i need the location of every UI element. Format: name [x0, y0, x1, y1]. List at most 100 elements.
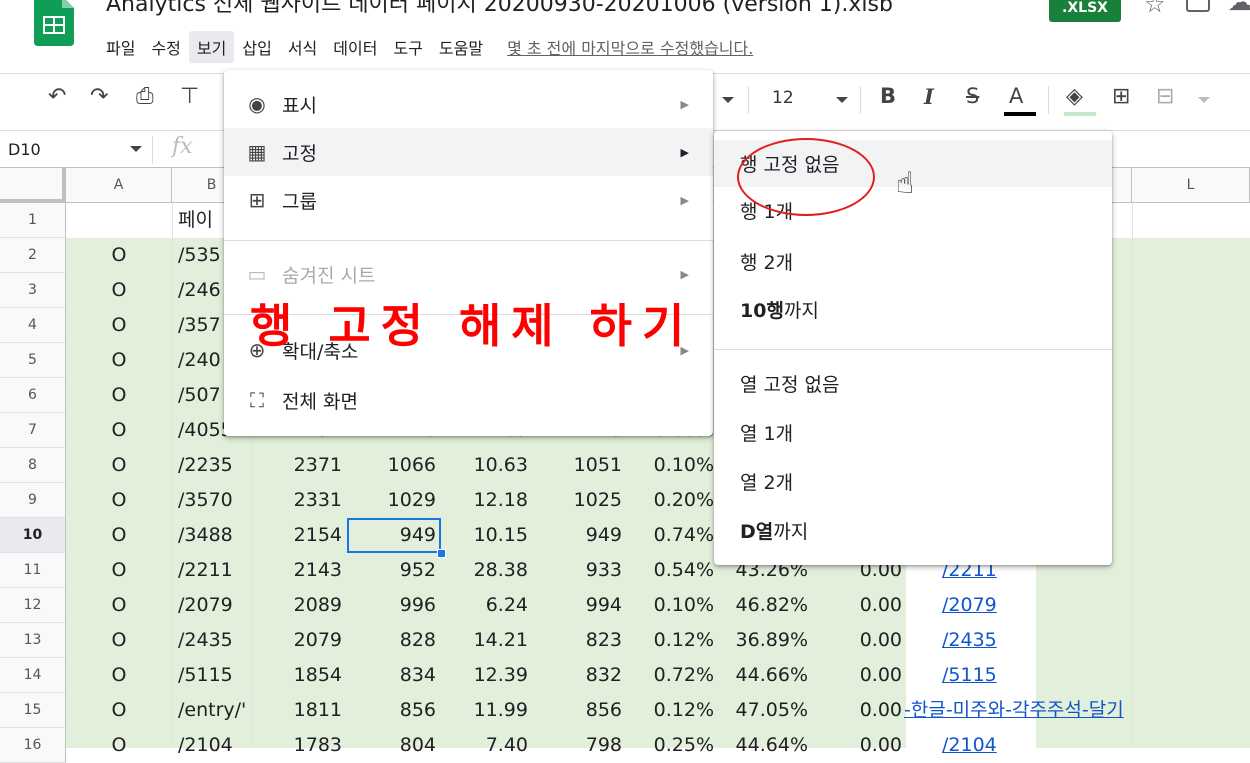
- menu-format[interactable]: 서식: [280, 31, 325, 63]
- cell-a[interactable]: O: [66, 728, 172, 763]
- document-title[interactable]: Analytics 전체 웹사이트 데이터 페이지 20200930-20201…: [106, 0, 893, 18]
- cell-f[interactable]: 949: [528, 518, 622, 553]
- cell-f[interactable]: 933: [528, 553, 622, 588]
- cell-b[interactable]: /2104: [178, 728, 233, 763]
- row-header-4[interactable]: 4: [0, 308, 66, 343]
- cell-b[interactable]: /2211: [178, 553, 233, 588]
- cell-f[interactable]: 823: [528, 623, 622, 658]
- cell-e[interactable]: 28.38: [436, 553, 528, 588]
- fill-color-icon[interactable]: ◈: [1066, 84, 1083, 109]
- cell-i[interactable]: 0.00: [808, 588, 902, 623]
- menu-view[interactable]: 보기: [188, 31, 235, 63]
- merge-cells-icon[interactable]: ⊟: [1156, 84, 1174, 109]
- menu-help[interactable]: 도움말: [431, 31, 491, 63]
- cell-g[interactable]: 0.20%: [622, 483, 714, 518]
- row-header-12[interactable]: 12: [0, 588, 66, 623]
- cell-c[interactable]: 2154: [252, 518, 342, 553]
- text-color-icon[interactable]: A: [1009, 84, 1023, 108]
- cell-c[interactable]: 2371: [252, 448, 342, 483]
- cell-h[interactable]: 47.05%: [714, 693, 808, 728]
- cell-h[interactable]: 36.89%: [714, 623, 808, 658]
- menu-file[interactable]: 파일: [98, 31, 143, 63]
- fill-handle[interactable]: [437, 549, 446, 558]
- undo-icon[interactable]: ↶: [48, 84, 66, 109]
- cell-a[interactable]: O: [66, 238, 172, 273]
- cell-a[interactable]: O: [66, 658, 172, 693]
- cloud-status-icon[interactable]: ☁: [1228, 0, 1250, 16]
- cell-b[interactable]: /3570: [178, 483, 233, 518]
- borders-icon[interactable]: ⊞: [1112, 84, 1130, 109]
- cell-f[interactable]: 1051: [528, 448, 622, 483]
- cell-d[interactable]: 996: [342, 588, 436, 623]
- cell-i[interactable]: 0.00: [808, 728, 902, 763]
- cell-d[interactable]: 1029: [342, 483, 436, 518]
- cell-d[interactable]: 834: [342, 658, 436, 693]
- cell-b[interactable]: /2235: [178, 448, 233, 483]
- cell-a[interactable]: O: [66, 413, 172, 448]
- font-size-field[interactable]: 12: [772, 88, 794, 108]
- cell-a[interactable]: O: [66, 588, 172, 623]
- cell-a[interactable]: O: [66, 693, 172, 728]
- cell-b[interactable]: /entry/': [178, 693, 246, 728]
- cell-g[interactable]: 0.25%: [622, 728, 714, 763]
- cell-g[interactable]: 0.54%: [622, 553, 714, 588]
- menu-edit[interactable]: 수정: [143, 31, 188, 63]
- cell-b[interactable]: /535: [178, 238, 221, 273]
- sheets-logo-icon[interactable]: [30, 0, 78, 46]
- freeze-up-to-column[interactable]: D열 까지: [714, 507, 1112, 554]
- cell-a[interactable]: O: [66, 623, 172, 658]
- column-header-a[interactable]: A: [66, 168, 172, 203]
- cell-e[interactable]: 10.63: [436, 448, 528, 483]
- column-header-l[interactable]: L: [1132, 168, 1250, 203]
- cell-b[interactable]: /240: [178, 343, 221, 378]
- cell-i[interactable]: 0.00: [808, 623, 902, 658]
- row-header-15[interactable]: 15: [0, 693, 66, 728]
- menu-data[interactable]: 데이터: [325, 31, 385, 63]
- cell-d[interactable]: 856: [342, 693, 436, 728]
- cell-j-link[interactable]: /2079: [942, 588, 997, 623]
- cell-a[interactable]: O: [66, 483, 172, 518]
- freeze-no-columns[interactable]: 열 고정 없음: [714, 360, 1112, 407]
- cell-a[interactable]: O: [66, 518, 172, 553]
- print-icon[interactable]: ⎙: [136, 84, 154, 109]
- cell-g[interactable]: 0.12%: [622, 623, 714, 658]
- cell-f[interactable]: 994: [528, 588, 622, 623]
- cell-j-link[interactable]: /2435: [942, 623, 997, 658]
- cell-d[interactable]: 804: [342, 728, 436, 763]
- cell-j-link[interactable]: -한글-미주와-각주주석-달기: [904, 693, 1124, 728]
- cell-g[interactable]: 0.72%: [622, 658, 714, 693]
- select-all-corner[interactable]: [0, 168, 66, 203]
- row-header-13[interactable]: 13: [0, 623, 66, 658]
- name-box-caret-icon[interactable]: [130, 146, 142, 152]
- freeze-up-to-row[interactable]: 10행 까지: [714, 286, 1112, 333]
- cell-c[interactable]: 1811: [252, 693, 342, 728]
- row-header-11[interactable]: 11: [0, 553, 66, 588]
- cell-g[interactable]: 0.74%: [622, 518, 714, 553]
- row-header-3[interactable]: 3: [0, 273, 66, 308]
- cell-c[interactable]: 2089: [252, 588, 342, 623]
- font-dropdown-caret-icon[interactable]: [722, 97, 734, 103]
- view-menu-item-freeze[interactable]: ▦ 고정 ▶: [224, 128, 713, 176]
- cell-h[interactable]: 44.64%: [714, 728, 808, 763]
- move-to-folder-icon[interactable]: [1186, 0, 1210, 12]
- row-header-7[interactable]: 7: [0, 413, 66, 448]
- redo-icon[interactable]: ↷: [90, 84, 108, 109]
- freeze-2-columns[interactable]: 열 2개: [714, 458, 1112, 505]
- cell-i[interactable]: 0.00: [808, 658, 902, 693]
- menu-tools[interactable]: 도구: [385, 31, 430, 63]
- cell-c[interactable]: 1854: [252, 658, 342, 693]
- cell-j-link[interactable]: /2104: [942, 728, 997, 763]
- menu-insert[interactable]: 삽입: [234, 31, 279, 63]
- cell-a[interactable]: O: [66, 343, 172, 378]
- cell-f[interactable]: 1025: [528, 483, 622, 518]
- row-header-6[interactable]: 6: [0, 378, 66, 413]
- italic-icon[interactable]: I: [924, 84, 934, 109]
- star-icon[interactable]: ☆: [1144, 0, 1166, 18]
- cell-d[interactable]: 828: [342, 623, 436, 658]
- cell-i[interactable]: 0.00: [808, 693, 902, 728]
- view-menu-item-show[interactable]: ◉ 표시 ▶: [224, 80, 713, 128]
- row-header-16[interactable]: 16: [0, 728, 66, 763]
- cell-e[interactable]: 10.15: [436, 518, 528, 553]
- row-header-8[interactable]: 8: [0, 448, 66, 483]
- cell-a[interactable]: O: [66, 273, 172, 308]
